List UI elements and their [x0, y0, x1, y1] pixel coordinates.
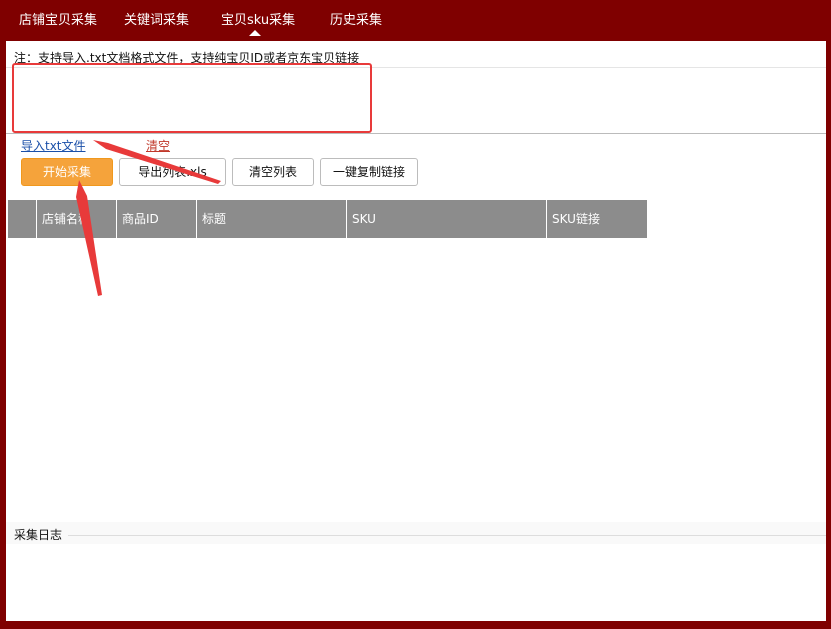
log-title: 采集日志	[14, 526, 65, 543]
active-tab-indicator	[249, 30, 261, 36]
column-header-item-id[interactable]: 商品ID	[117, 200, 197, 238]
tab-keyword[interactable]: 关键词采集	[124, 9, 189, 28]
tab-history[interactable]: 历史采集	[330, 9, 382, 28]
column-header-index[interactable]	[8, 200, 37, 238]
column-header-shop-name[interactable]: 店铺名称	[37, 200, 117, 238]
copy-links-button[interactable]: 一键复制链接	[320, 158, 418, 186]
log-header-band	[6, 522, 826, 544]
export-list-button[interactable]: 导出列表.xls	[119, 158, 226, 186]
top-nav-bar: 店铺宝贝采集 关键词采集 宝贝sku采集 历史采集	[0, 0, 831, 40]
import-note: 注：支持导入.txt文档格式文件，支持纯宝贝ID或者京东宝贝链接	[14, 51, 360, 65]
column-header-sku-link[interactable]: SKU链接	[547, 200, 647, 238]
clear-input-link[interactable]: 清空	[146, 137, 170, 154]
import-txt-link[interactable]: 导入txt文件	[21, 137, 86, 154]
log-area[interactable]	[6, 544, 826, 621]
input-divider	[6, 133, 826, 134]
item-id-input[interactable]	[17, 68, 367, 126]
results-table-header: 店铺名称 商品ID 标题 SKU SKU链接	[8, 200, 647, 238]
tab-shop-items[interactable]: 店铺宝贝采集	[19, 9, 97, 28]
column-header-sku[interactable]: SKU	[347, 200, 547, 238]
clear-list-button[interactable]: 清空列表	[232, 158, 314, 186]
log-divider	[68, 535, 826, 536]
start-collect-button[interactable]: 开始采集	[21, 158, 113, 186]
column-header-title[interactable]: 标题	[197, 200, 347, 238]
tab-item-sku[interactable]: 宝贝sku采集	[221, 9, 295, 28]
